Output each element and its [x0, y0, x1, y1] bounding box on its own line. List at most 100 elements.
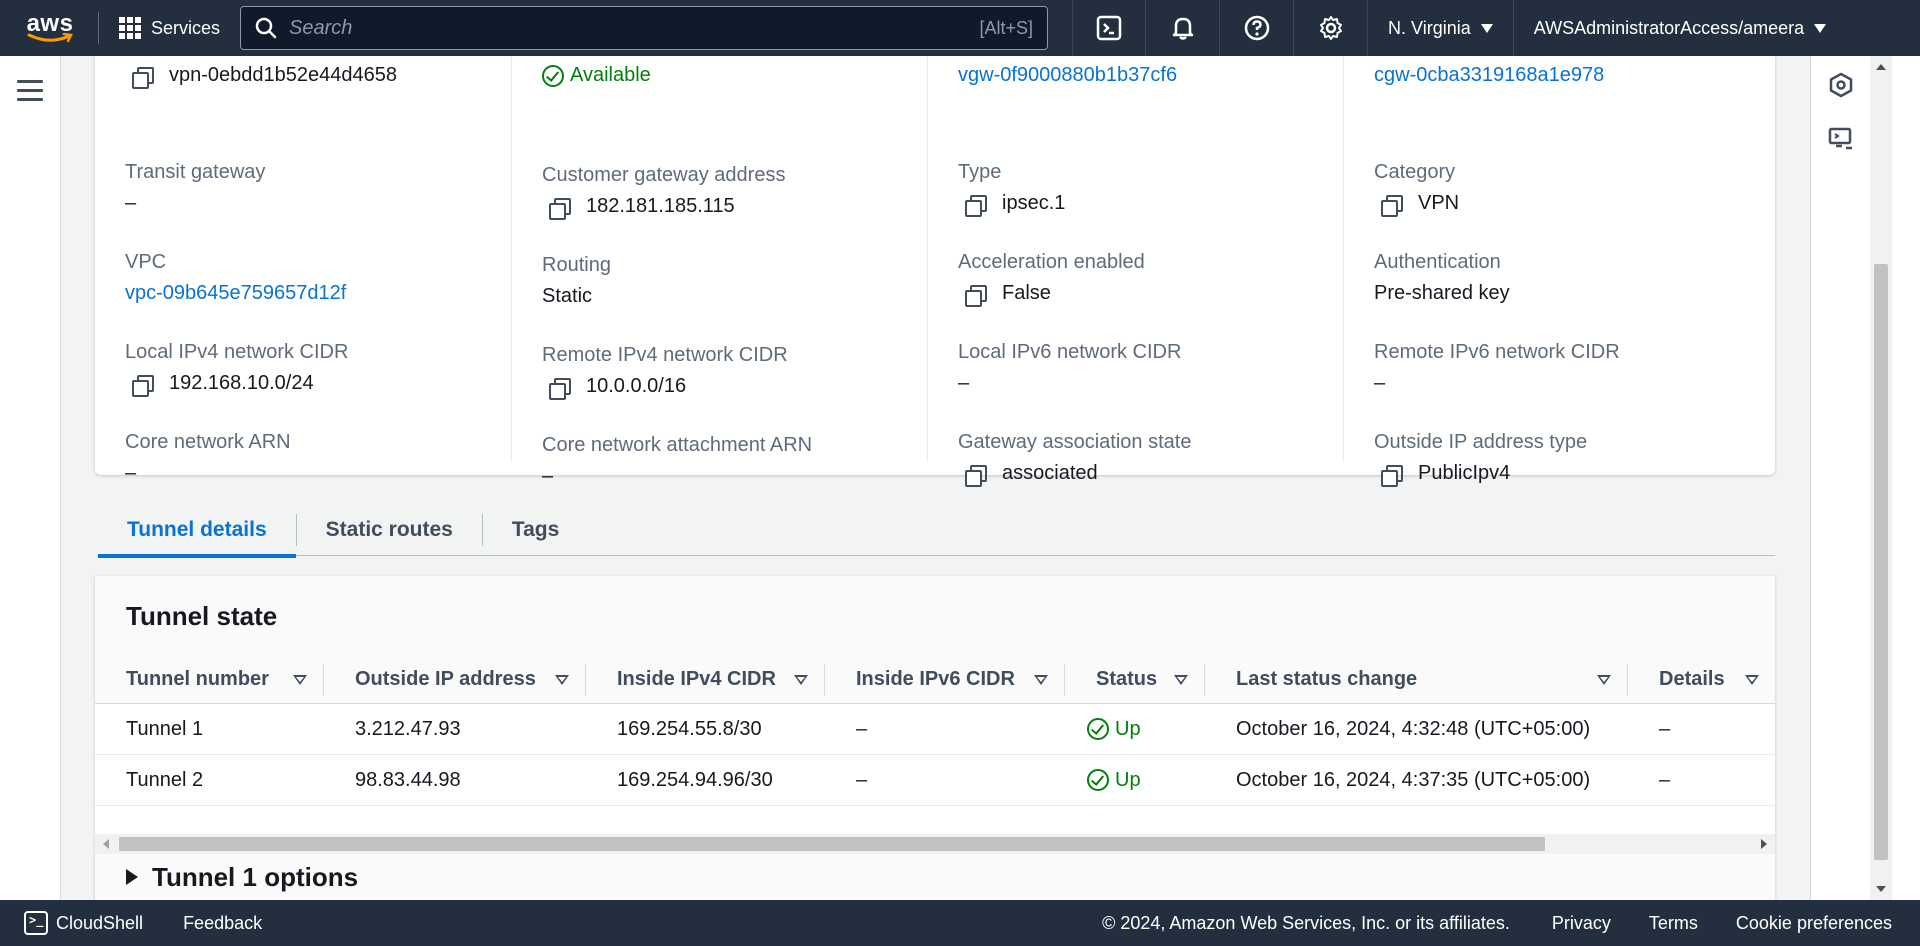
- cell-last-status-change: October 16, 2024, 4:32:48 (UTC+05:00): [1236, 717, 1591, 740]
- sort-caret-icon: [555, 674, 569, 685]
- gear-icon: [1319, 16, 1342, 40]
- field-label: Local IPv6 network CIDR: [958, 341, 1182, 363]
- field-label: Local IPv4 network CIDR: [125, 341, 349, 363]
- table-horizontal-scrollbar[interactable]: [95, 834, 1775, 854]
- field-value: 182.181.185.115: [586, 195, 735, 217]
- column-header-details[interactable]: Details: [1628, 664, 1775, 696]
- details-column-1: vpn-0ebdd1b52e44d4658 Transit gateway – …: [95, 56, 511, 484]
- routing-field: Routing Static: [542, 254, 611, 308]
- field-label: Outside IP address type: [1374, 431, 1588, 453]
- notifications-button[interactable]: [1146, 0, 1221, 56]
- menu-hamburger-icon[interactable]: [17, 80, 43, 107]
- cell-outside-ip: 3.212.47.93: [355, 717, 461, 740]
- cgw-link[interactable]: cgw-0cba3319168a1e978: [1374, 64, 1604, 87]
- sort-caret-icon: [293, 674, 307, 685]
- scroll-down-arrow-icon[interactable]: [1876, 886, 1886, 892]
- copy-icon[interactable]: [964, 463, 987, 487]
- copy-icon[interactable]: [1380, 193, 1403, 217]
- services-label: Services: [151, 17, 221, 38]
- footer-terms-link[interactable]: Terms: [1649, 913, 1698, 934]
- tunnel-state-header: Tunnel state: [95, 576, 1775, 656]
- state-value: Available: [570, 64, 651, 86]
- account-menu[interactable]: AWSAdministratorAccess/ameera: [1514, 0, 1846, 56]
- footer-links: © 2024, Amazon Web Services, Inc. or its…: [1102, 913, 1892, 934]
- top-navigation: aws Services [Alt+S]: [0, 0, 1920, 56]
- tunnel-1-options-expander[interactable]: Tunnel 1 options: [95, 854, 1775, 900]
- tunnel-state-table: Tunnel number Outside IP address Inside …: [95, 656, 1775, 806]
- field-label: Gateway association state: [958, 431, 1192, 453]
- region-selector[interactable]: N. Virginia: [1368, 0, 1514, 56]
- console-panel-button[interactable]: [1826, 124, 1856, 154]
- details-column-4: cgw-0cba3319168a1e978 Category VPN Authe…: [1343, 56, 1759, 487]
- help-button[interactable]: [1220, 0, 1295, 56]
- field-label: Authentication: [1374, 251, 1501, 273]
- footer-privacy-link[interactable]: Privacy: [1552, 913, 1611, 934]
- aws-logo[interactable]: aws: [14, 0, 86, 56]
- footer-feedback-link[interactable]: Feedback: [183, 913, 262, 934]
- footer-cookie-preferences-link[interactable]: Cookie preferences: [1736, 913, 1892, 934]
- copy-icon[interactable]: [548, 196, 571, 220]
- field-value: –: [542, 465, 554, 487]
- vpn-details-card: vpn-0ebdd1b52e44d4658 Transit gateway – …: [95, 56, 1775, 487]
- scroll-right-arrow-icon[interactable]: [1761, 839, 1767, 849]
- column-header-outside-ip[interactable]: Outside IP address: [324, 663, 586, 696]
- column-header-inside-ipv4[interactable]: Inside IPv4 CIDR: [586, 663, 825, 696]
- cloudshell-label: CloudShell: [56, 912, 144, 933]
- customer-gateway-field: cgw-0cba3319168a1e978: [1374, 56, 1604, 87]
- field-value: –: [125, 462, 137, 484]
- details-column-3: vgw-0f9000880b1b37cf6 Type ipsec.1 Accel…: [927, 56, 1343, 487]
- footer-copyright: © 2024, Amazon Web Services, Inc. or its…: [1102, 912, 1510, 933]
- field-value: Static: [542, 285, 593, 307]
- column-header-status[interactable]: Status: [1065, 663, 1205, 696]
- scroll-up-arrow-icon[interactable]: [1876, 64, 1886, 70]
- acceleration-enabled-field: Acceleration enabled False: [958, 251, 1145, 307]
- field-label: Customer gateway address: [542, 164, 786, 186]
- search-input[interactable]: [289, 16, 980, 40]
- cloudshell-nav-button[interactable]: [1072, 0, 1147, 56]
- nav-icons: [1072, 0, 1369, 56]
- page-vertical-scrollbar[interactable]: [1870, 56, 1892, 900]
- left-side-rail: [0, 56, 61, 900]
- outside-ip-address-type-field: Outside IP address type PublicIpv4: [1374, 431, 1588, 487]
- page-gutter: [1892, 56, 1920, 900]
- field-value: –: [125, 192, 137, 214]
- copy-icon[interactable]: [548, 376, 571, 400]
- copy-icon[interactable]: [964, 283, 987, 307]
- cell-status: Up: [1065, 718, 1205, 741]
- field-label: VPC: [125, 251, 167, 273]
- detail-tabs: Tunnel details Static routes Tags: [98, 504, 1775, 558]
- region-label: N. Virginia: [1388, 17, 1471, 38]
- column-header-tunnel-number[interactable]: Tunnel number: [95, 663, 324, 696]
- search-bar[interactable]: [Alt+S]: [240, 6, 1049, 50]
- scrollbar-thumb[interactable]: [119, 837, 1545, 851]
- tab-static-routes[interactable]: Static routes: [297, 504, 482, 556]
- column-header-last-status-change[interactable]: Last status change: [1205, 663, 1628, 696]
- authentication-field: Authentication Pre-shared key: [1374, 251, 1510, 305]
- info-panel-button[interactable]: [1826, 70, 1856, 100]
- scrollbar-thumb[interactable]: [1874, 264, 1888, 860]
- copy-icon[interactable]: [131, 373, 154, 397]
- copy-icon[interactable]: [1380, 463, 1403, 487]
- field-value: associated: [1002, 462, 1098, 484]
- tab-tags[interactable]: Tags: [483, 504, 588, 556]
- tunnel-state-card: Tunnel state Tunnel number Outside IP ad…: [95, 576, 1775, 900]
- field-value: –: [1374, 372, 1386, 394]
- services-menu-button[interactable]: Services: [111, 17, 228, 39]
- copy-icon[interactable]: [131, 65, 154, 89]
- sort-caret-icon: [1174, 674, 1188, 685]
- cell-inside-ipv6: –: [856, 717, 868, 740]
- copy-icon[interactable]: [964, 193, 987, 217]
- vpc-field: VPC vpc-09b645e759657d12f: [125, 251, 346, 305]
- search-shortcut-hint: [Alt+S]: [979, 17, 1034, 38]
- account-label: AWSAdministratorAccess/ameera: [1533, 17, 1805, 38]
- field-value: Pre-shared key: [1374, 282, 1510, 304]
- scroll-left-arrow-icon[interactable]: [103, 839, 109, 849]
- column-header-inside-ipv6[interactable]: Inside IPv6 CIDR: [825, 663, 1065, 696]
- vgw-link[interactable]: vgw-0f9000880b1b37cf6: [958, 64, 1177, 87]
- field-label: Remote IPv4 network CIDR: [542, 344, 788, 366]
- settings-button[interactable]: [1294, 0, 1369, 56]
- footer-cloudshell-button[interactable]: CloudShell: [24, 911, 143, 935]
- vpc-link[interactable]: vpc-09b645e759657d12f: [125, 282, 346, 305]
- vpn-id-field: vpn-0ebdd1b52e44d4658: [125, 56, 397, 89]
- tab-tunnel-details[interactable]: Tunnel details: [98, 504, 296, 558]
